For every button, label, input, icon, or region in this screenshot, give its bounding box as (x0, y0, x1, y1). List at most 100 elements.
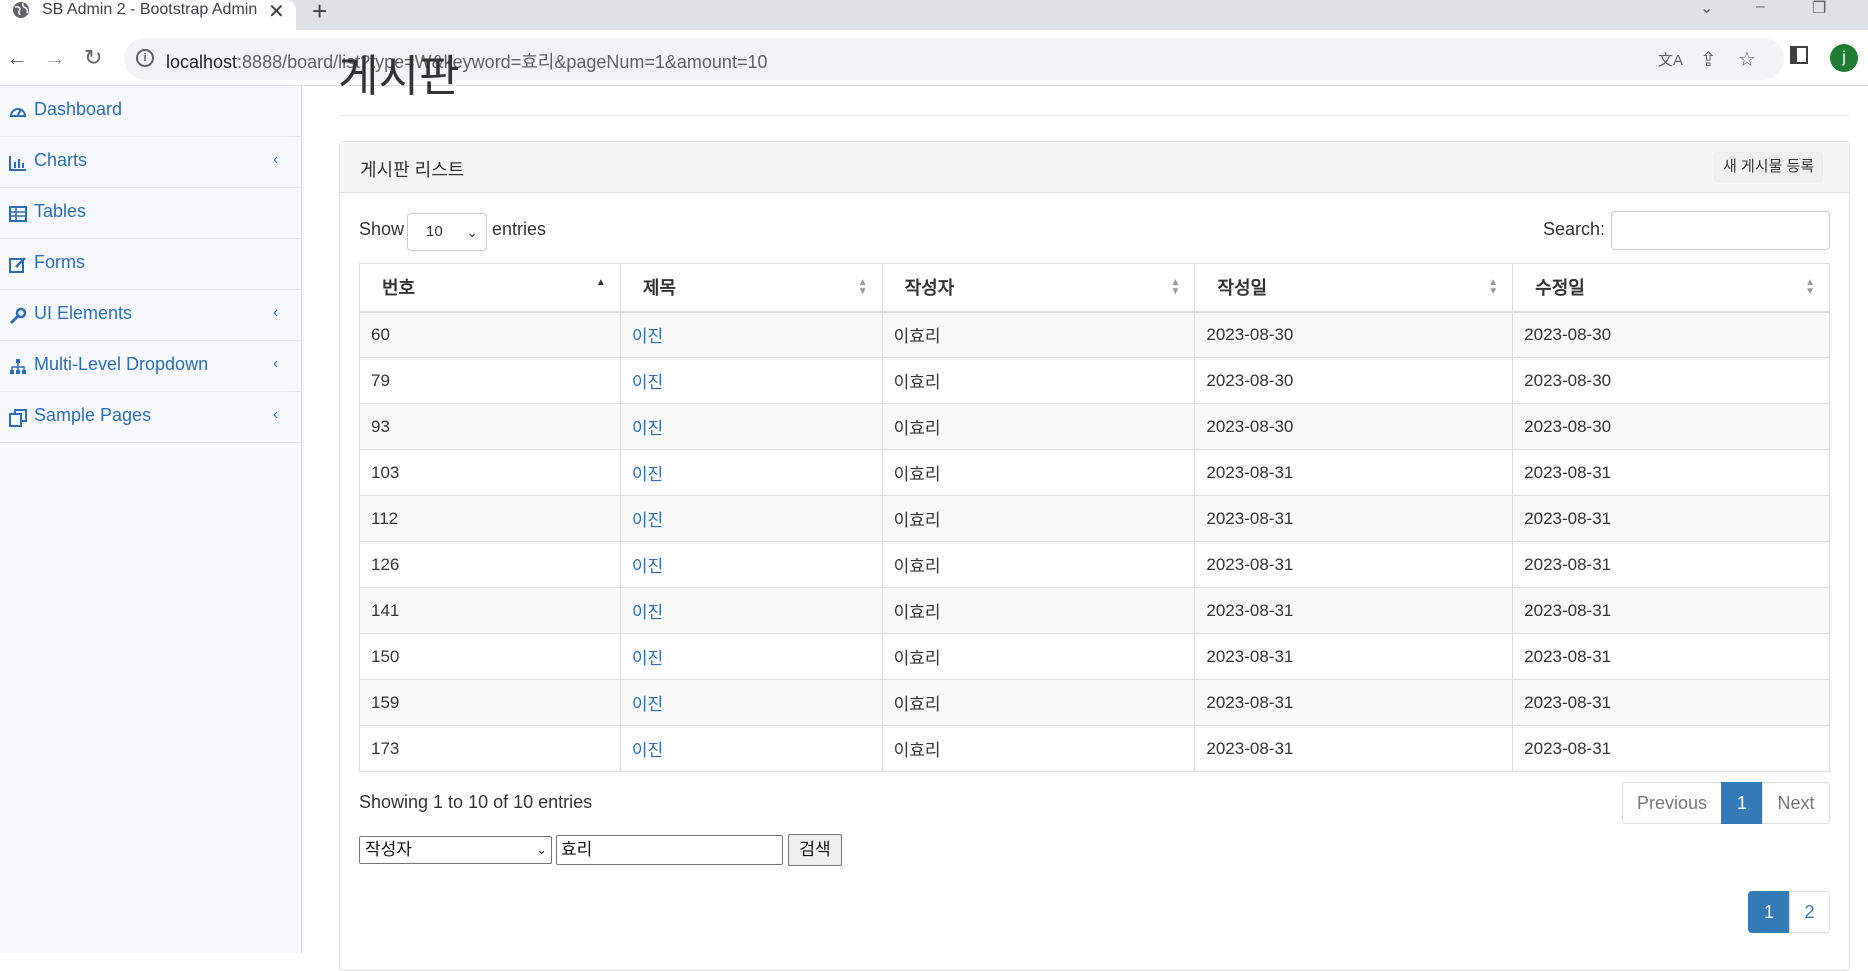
table-row: 141 이진 이효리 2023-08-31 2023-08-31 (359, 587, 1830, 634)
previous-page-button[interactable]: Previous (1622, 782, 1722, 824)
search-type-value: 작성자 (365, 840, 412, 859)
sidebar-item-label: Tables (34, 201, 87, 221)
sidebar-item-label: Charts (34, 150, 88, 170)
reload-icon[interactable]: ↻ (84, 44, 102, 72)
forward-icon[interactable]: → (44, 44, 66, 72)
sidebar-item-multi-level-dropdown[interactable]: Multi-Level Dropdown ‹ (0, 341, 302, 392)
post-title-link[interactable]: 이진 (632, 511, 663, 530)
sidebar-item-dashboard[interactable]: Dashboard (0, 86, 302, 137)
bottom-page-2-button[interactable]: 2 (1789, 891, 1830, 933)
table-info: Showing 1 to 10 of 10 entries (359, 792, 593, 812)
sidebar-item-charts[interactable]: Charts ‹ (0, 137, 302, 188)
post-title-link[interactable]: 이진 (632, 741, 663, 760)
post-title-link[interactable]: 이진 (632, 465, 663, 484)
panel-heading: 게시판 리스트 새 게시물 등록 (340, 142, 1849, 193)
dashboard-icon (9, 108, 27, 117)
panel-title: 게시판 리스트 (360, 160, 465, 180)
info-icon[interactable]: i (136, 49, 154, 67)
column-header-title[interactable]: 제목 ▲ ▼ (619, 263, 883, 313)
table-row: 103 이진 이효리 2023-08-31 2023-08-31 (359, 449, 1830, 496)
cell-updatedate: 2023-08-31 (1512, 495, 1830, 542)
table-row: 159 이진 이효리 2023-08-31 2023-08-31 (359, 679, 1830, 726)
cell-number: 103 (359, 449, 621, 496)
chevron-down-icon[interactable]: ⌄ (1700, 0, 1713, 18)
bottom-page-1-button[interactable]: 1 (1748, 891, 1790, 933)
entries-length-select[interactable]: 10 ⌄ (407, 213, 487, 251)
restore-icon[interactable]: ❐ (1812, 0, 1826, 18)
side-panel-icon[interactable] (1790, 46, 1808, 64)
keyword-input[interactable]: 효리 (556, 835, 783, 865)
edit-icon (9, 257, 26, 273)
sidebar-item-sample-pages[interactable]: Sample Pages ‹ (0, 392, 302, 443)
chevron-down-icon: ⌄ (536, 842, 547, 857)
post-title-link[interactable]: 이진 (632, 373, 663, 392)
chevron-left-icon: ‹ (273, 304, 279, 321)
minimize-icon[interactable]: – (1756, 0, 1765, 16)
table-row: 126 이진 이효리 2023-08-31 2023-08-31 (359, 541, 1830, 588)
column-header-number[interactable]: 번호 ▲ (359, 263, 621, 313)
avatar[interactable]: j (1830, 44, 1858, 72)
cell-updatedate: 2023-08-30 (1512, 311, 1830, 358)
post-title-link[interactable]: 이진 (632, 419, 663, 438)
sidebar-item-forms[interactable]: Forms (0, 239, 302, 290)
cell-regdate: 2023-08-31 (1194, 587, 1514, 634)
cell-updatedate: 2023-08-31 (1512, 449, 1830, 496)
bar-chart-icon (9, 156, 26, 171)
page-1-button[interactable]: 1 (1721, 782, 1763, 824)
column-header-writer[interactable]: 작성자 ▲ ▼ (881, 263, 1196, 313)
new-post-button[interactable]: 새 게시물 등록 (1714, 152, 1824, 182)
sidebar-item-label: UI Elements (34, 303, 133, 323)
cell-regdate: 2023-08-31 (1194, 679, 1514, 726)
cell-writer: 이효리 (881, 357, 1196, 404)
column-header-label: 작성자 (904, 278, 955, 299)
table-header-row: 번호 ▲ 제목 ▲ ▼ 작성자 ▲ ▼ 작성일 ▲ ▼ 수정일 ▲ ▼ (359, 263, 1830, 313)
sort-icon: ▲ ▼ (1488, 277, 1499, 297)
cell-updatedate: 2023-08-31 (1512, 679, 1830, 726)
post-title-link[interactable]: 이진 (632, 327, 663, 346)
sidebar-item-ui-elements[interactable]: UI Elements ‹ (0, 290, 302, 341)
sidebar-item-tables[interactable]: Tables (0, 188, 302, 239)
url-text[interactable]: localhost:8888/board/list?type=W&keyword… (166, 48, 767, 74)
cell-writer: 이효리 (881, 679, 1196, 726)
back-icon[interactable]: ← (6, 44, 28, 72)
browser-tab[interactable]: SB Admin 2 - Bootstrap Admin ✕ (0, 0, 296, 30)
search-button[interactable]: 검색 (788, 834, 842, 866)
show-label: Show (359, 219, 405, 239)
search-input[interactable] (1611, 211, 1830, 250)
column-header-label: 제목 (642, 278, 676, 299)
post-title-link[interactable]: 이진 (632, 557, 663, 576)
next-page-button[interactable]: Next (1762, 782, 1830, 824)
translate-icon[interactable]: 文A (1658, 49, 1683, 70)
post-title-link[interactable]: 이진 (632, 695, 663, 714)
new-tab-icon[interactable]: + (312, 0, 327, 27)
column-header-regdate[interactable]: 작성일 ▲ ▼ (1194, 263, 1514, 313)
post-title-link[interactable]: 이진 (632, 649, 663, 668)
sort-icon: ▲ ▼ (857, 277, 868, 297)
cell-number: 159 (359, 679, 621, 726)
cell-writer: 이효리 (881, 311, 1196, 358)
close-icon[interactable]: ✕ (268, 0, 285, 24)
sort-asc-icon: ▲ (595, 277, 606, 288)
cell-updatedate: 2023-08-30 (1512, 403, 1830, 450)
chevron-left-icon: ‹ (273, 151, 279, 168)
globe-icon (13, 2, 29, 18)
browser-toolbar: ← → ↻ i localhost:8888/board/list?type=W… (0, 30, 1868, 86)
sort-icon: ▲ ▼ (1170, 277, 1181, 297)
search-type-select[interactable]: 작성자 ⌄ (359, 836, 552, 864)
cell-writer: 이효리 (881, 541, 1196, 588)
cell-regdate: 2023-08-31 (1194, 541, 1514, 588)
share-icon[interactable]: ⇪ (1700, 47, 1717, 72)
post-title-link[interactable]: 이진 (632, 603, 663, 622)
table-row: 150 이진 이효리 2023-08-31 2023-08-31 (359, 633, 1830, 680)
entries-label: entries (492, 219, 547, 239)
table-icon (9, 206, 27, 222)
star-icon[interactable]: ☆ (1738, 47, 1756, 72)
wrench-icon (9, 307, 27, 325)
table-row: 60 이진 이효리 2023-08-30 2023-08-30 (359, 311, 1830, 358)
cell-regdate: 2023-08-31 (1194, 449, 1514, 496)
page-title: 게시판 (338, 52, 460, 98)
cell-title: 이진 (619, 449, 883, 496)
sidebar-item-label: Sample Pages (34, 405, 152, 425)
url-path: :8888/board/list?type=W&keyword=효리&pageN… (237, 52, 768, 72)
column-header-updatedate[interactable]: 수정일 ▲ ▼ (1512, 263, 1830, 313)
